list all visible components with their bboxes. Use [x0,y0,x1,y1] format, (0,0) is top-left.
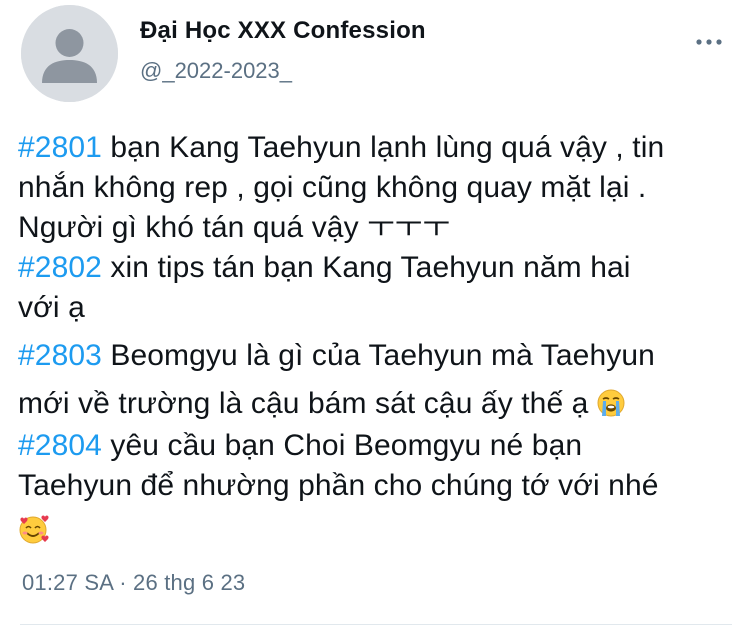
tweet-line-text: Người gì khó tán quá vậy ㅜㅜㅜ [18,211,451,244]
tweet-line [18,512,738,556]
tweet-line-text: với ạ [18,291,85,324]
tweet-line-text: bạn Kang Taehyun lạnh lùng quá vậy , tin [101,131,665,164]
tweet-line: Taehyun để nhường phần cho chúng tớ với … [18,466,738,506]
avatar[interactable] [21,5,118,102]
loudly-crying-face-icon [597,388,625,428]
tweet-line-text: xin tips tán bạn Kang Taehyun năm hai [101,251,631,284]
tweet-line: #2802 xin tips tán bạn Kang Taehyun năm … [18,248,738,288]
tweet-line: Người gì khó tán quá vậy ㅜㅜㅜ [18,208,738,248]
tweet-timestamp[interactable]: 01:27 SA · 26 thg 6 23 [22,570,245,596]
tweet-line: #2803 Beomgyu là gì của Taehyun mà Taehy… [18,336,738,376]
default-profile-icon [21,5,118,102]
smiling-face-with-hearts-icon [18,513,50,556]
tweet-card: Đại Học XXX Confession @_2022-2023_ #280… [0,0,750,628]
tweet-text: #2801 bạn Kang Taehyun lạnh lùng quá vậy… [18,128,738,556]
hashtag-link[interactable]: #2802 [18,251,102,284]
tweet-line: nhắn không rep , gọi cũng không quay mặt… [18,168,738,208]
tweet-line-text: Beomgyu là gì của Taehyun mà Taehyun [101,339,655,372]
tweet-line-text: yêu cầu bạn Choi Beomgyu né bạn [101,429,583,462]
tweet-line-text: mới về trường là cậu bám sát cậu ấy thế … [18,387,589,420]
hashtag-link[interactable]: #2801 [18,131,102,164]
more-horizontal-icon[interactable] [694,30,724,50]
tweet-line-text: nhắn không rep , gọi cũng không quay mặt… [18,171,647,204]
tweet-line: #2804 yêu cầu bạn Choi Beomgyu né bạn [18,426,738,466]
tweet-line: #2801 bạn Kang Taehyun lạnh lùng quá vậy… [18,128,738,168]
divider [20,624,732,625]
author-display-name[interactable]: Đại Học XXX Confession [140,17,426,45]
hashtag-link[interactable]: #2804 [18,429,102,462]
tweet-line: mới về trường là cậu bám sát cậu ấy thế … [18,384,738,428]
author-handle[interactable]: @_2022-2023_ [140,58,292,84]
tweet-line-text: Taehyun để nhường phần cho chúng tớ với … [18,469,659,502]
tweet-line: với ạ [18,288,738,328]
hashtag-link[interactable]: #2803 [18,339,102,372]
